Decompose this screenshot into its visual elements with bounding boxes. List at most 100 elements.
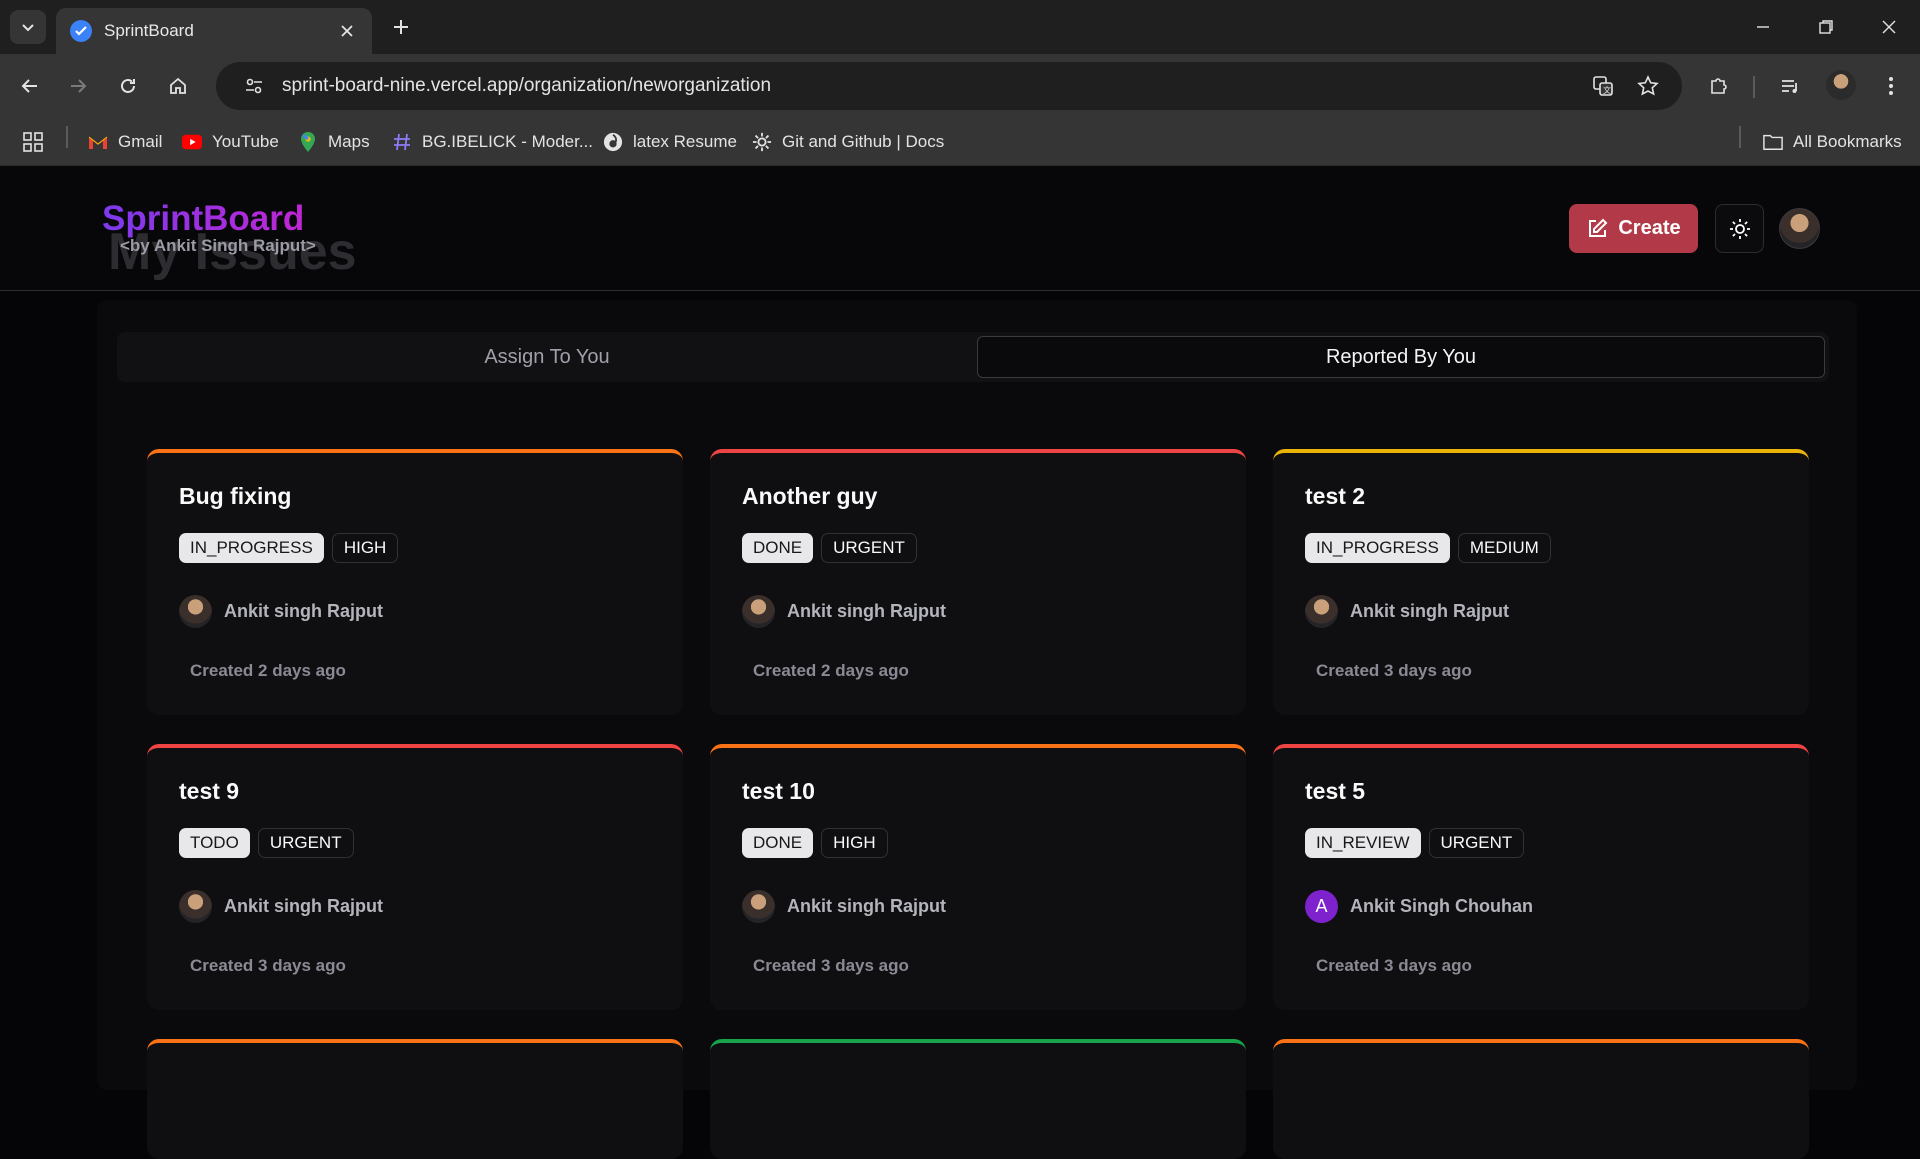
issue-badges: DONE URGENT	[742, 533, 917, 563]
issue-card[interactable]	[147, 1039, 683, 1159]
priority-badge: URGENT	[821, 533, 917, 563]
created-time: Created 3 days ago	[1316, 956, 1472, 975]
issue-card[interactable]	[710, 1039, 1246, 1159]
close-icon	[1882, 20, 1896, 34]
browser-profile-avatar[interactable]	[1826, 70, 1856, 100]
browser-menu-button[interactable]	[1871, 66, 1911, 106]
url-text[interactable]: sprint-board-nine.vercel.app/organizatio…	[282, 75, 1682, 97]
bookmark-maps[interactable]: Maps	[298, 118, 370, 166]
created-time: Created 3 days ago	[1316, 661, 1472, 680]
restore-icon	[1819, 20, 1833, 34]
assignee-name: Ankit Singh Chouhan	[1350, 896, 1533, 916]
restore-button[interactable]	[1794, 0, 1858, 54]
hash-icon	[392, 132, 412, 152]
priority-badge: MEDIUM	[1457, 533, 1551, 563]
issue-badges: IN_REVIEW URGENT	[1305, 828, 1525, 858]
home-button[interactable]	[158, 66, 198, 106]
assignee: Ankit singh Rajput	[179, 890, 383, 923]
status-badge: IN_REVIEW	[1305, 828, 1421, 858]
theme-toggle-button[interactable]	[1715, 204, 1764, 253]
tab-close-icon[interactable]	[336, 20, 358, 42]
site-info-icon[interactable]	[234, 66, 274, 106]
browser-tab[interactable]: SprintBoard	[56, 8, 372, 54]
create-button-label: Create	[1618, 217, 1681, 239]
brand-logo[interactable]: SprintBoard	[102, 199, 304, 239]
reload-icon	[121, 78, 135, 93]
reload-button[interactable]	[108, 66, 148, 106]
bookmark-label: Maps	[328, 132, 370, 151]
translate-icon: 文	[1593, 76, 1613, 96]
bookmark-label: Gmail	[118, 132, 163, 151]
star-icon	[1637, 75, 1659, 96]
issue-card[interactable]	[1273, 1039, 1809, 1159]
bookmark-youtube[interactable]: YouTube	[182, 118, 279, 166]
tab-title: SprintBoard	[104, 21, 194, 40]
bookmark-bg-ibelick[interactable]: BG.IBELICK - Moder...	[392, 118, 593, 166]
minimize-icon	[1757, 26, 1769, 28]
bookmarks-divider	[66, 126, 68, 148]
assignee: Ankit singh Rajput	[742, 890, 946, 923]
apps-button[interactable]	[22, 118, 44, 166]
address-bar[interactable]: sprint-board-nine.vercel.app/organizatio…	[216, 62, 1682, 110]
issue-badges: TODO URGENT	[179, 828, 354, 858]
issue-card[interactable]: Another guy DONE URGENT Ankit singh Rajput C…	[710, 449, 1246, 715]
tab-assign-to-you[interactable]: Assign To You	[121, 336, 973, 378]
assignee: A Ankit Singh Chouhan	[1305, 890, 1533, 923]
extensions-button[interactable]	[1699, 66, 1739, 106]
youtube-icon	[182, 132, 202, 152]
plus-icon	[394, 20, 408, 34]
translate-button[interactable]: 文	[1583, 66, 1623, 106]
browser-toolbar: sprint-board-nine.vercel.app/organizatio…	[0, 54, 1920, 118]
priority-badge: HIGH	[331, 533, 399, 563]
bookmark-latex-resume[interactable]: latex Resume	[603, 118, 737, 166]
gear-icon	[752, 132, 772, 152]
all-bookmarks-button[interactable]: All Bookmarks	[1763, 118, 1902, 166]
bookmark-gmail[interactable]: Gmail	[88, 118, 162, 166]
overleaf-icon	[603, 132, 623, 152]
folder-icon	[1763, 132, 1783, 152]
arrow-left-icon	[21, 79, 37, 93]
tab-reported-by-you[interactable]: Reported By You	[977, 336, 1825, 378]
assignee-avatar	[742, 890, 775, 923]
assignee-avatar	[179, 595, 212, 628]
toolbar-divider	[1753, 76, 1755, 98]
bookmark-star-button[interactable]	[1628, 66, 1668, 106]
priority-badge: HIGH	[821, 828, 888, 858]
new-tab-button[interactable]	[386, 12, 416, 42]
apps-grid-icon	[23, 132, 43, 152]
status-badge: IN_PROGRESS	[179, 533, 324, 563]
assignee: Ankit singh Rajput	[179, 595, 383, 628]
issue-title: Bug fixing	[179, 483, 292, 509]
media-button[interactable]	[1770, 66, 1810, 106]
svg-text:文: 文	[1603, 85, 1611, 95]
assignee-name: Ankit singh Rajput	[787, 601, 946, 621]
arrow-right-icon	[71, 79, 87, 93]
priority-badge: URGENT	[1428, 828, 1525, 858]
back-button[interactable]	[10, 66, 50, 106]
tab-search-button[interactable]	[10, 10, 46, 44]
status-badge: DONE	[742, 533, 814, 563]
bookmark-label: Git and Github | Docs	[782, 132, 945, 151]
assignee-avatar	[179, 890, 212, 923]
forward-button[interactable]	[58, 66, 98, 106]
issue-tabs: Assign To You Reported By You	[117, 332, 1829, 382]
close-window-button[interactable]	[1857, 0, 1920, 54]
created-time: Created 3 days ago	[753, 956, 909, 975]
sun-icon	[1729, 218, 1750, 239]
chevron-down-icon	[22, 24, 34, 32]
user-avatar[interactable]	[1779, 208, 1820, 249]
minimize-button[interactable]	[1731, 0, 1795, 54]
maps-icon	[298, 132, 318, 152]
issue-card[interactable]: test 5 IN_REVIEW URGENT A Ankit Singh Chouha…	[1273, 744, 1809, 1010]
issue-card[interactable]: test 10 DONE HIGH Ankit singh Rajput Created…	[710, 744, 1246, 1010]
create-button[interactable]: Create	[1569, 204, 1698, 253]
issue-card[interactable]: Bug fixing IN_PROGRESS HIGH Ankit singh Raj…	[147, 449, 683, 715]
assignee-name: Ankit singh Rajput	[787, 896, 946, 916]
status-badge: IN_PROGRESS	[1305, 533, 1450, 563]
issue-card[interactable]: test 2 IN_PROGRESS MEDIUM Ankit singh Rajpu…	[1273, 449, 1809, 715]
issue-badges: IN_PROGRESS HIGH	[179, 533, 399, 563]
status-badge: DONE	[742, 828, 814, 858]
bookmark-git-github-docs[interactable]: Git and Github | Docs	[752, 118, 944, 166]
issue-card[interactable]: test 9 TODO URGENT Ankit singh Rajput Create…	[147, 744, 683, 1010]
issue-title: test 10	[742, 778, 815, 804]
